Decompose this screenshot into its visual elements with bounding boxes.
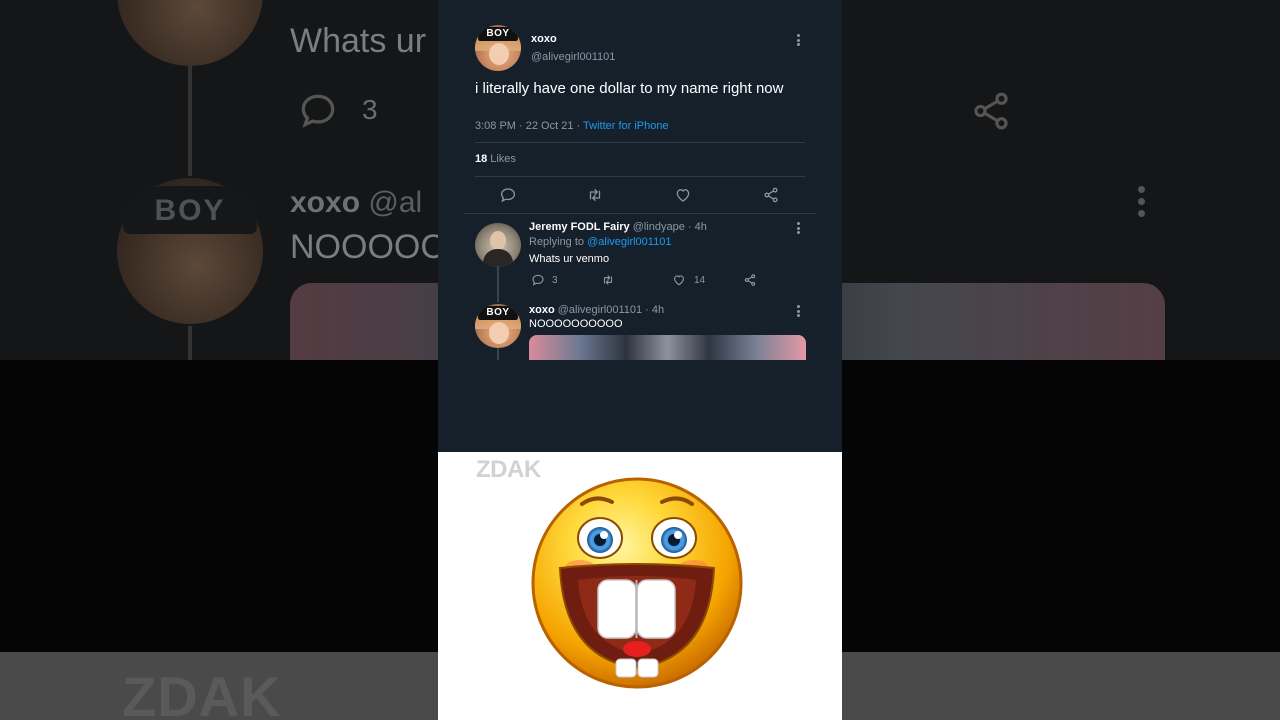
background-more-icon (1138, 186, 1146, 218)
reply-like-icon[interactable] (672, 273, 686, 287)
emoji-panel: ZDAK (438, 452, 842, 720)
background-thread-line (188, 66, 192, 176)
reply-reply-count: 3 (552, 275, 558, 286)
reply-author-name[interactable]: xoxo (529, 304, 555, 316)
replying-to-handle[interactable]: @alivegirl001101 (587, 236, 671, 248)
tweet-timestamp: 3:08 PM · 22 Oct 21 · (475, 120, 584, 132)
grinning-buck-teeth-emoji-icon (530, 476, 744, 690)
likes-count: 18 (475, 153, 488, 165)
reply-more-icon[interactable] (797, 222, 801, 236)
reply-icon[interactable] (499, 186, 517, 204)
reply-text: Whats ur venmo (529, 253, 610, 265)
like-icon[interactable] (674, 186, 692, 204)
reply-header: Jeremy FODL Fairy @lindyape · 4h (529, 221, 707, 233)
tweet-source-link[interactable]: Twitter for iPhone (583, 120, 669, 132)
tweet-text: i literally have one dollar to my name r… (475, 80, 784, 97)
background-reply-body: NOOOOC (290, 228, 445, 266)
share-icon[interactable] (762, 186, 780, 204)
background-reply-handle: @al (368, 186, 423, 219)
more-icon[interactable] (797, 34, 801, 48)
likes-summary[interactable]: 18 Likes (475, 153, 516, 165)
thread-line (497, 348, 499, 360)
divider (464, 213, 816, 214)
reply-avatar-cap-text: BOY (486, 307, 510, 318)
reply-media-preview[interactable] (529, 335, 806, 360)
reply-text: NOOOOOOOOOO (529, 318, 623, 330)
replying-to-label: Replying to (529, 236, 588, 248)
author-avatar-cap-text: BOY (486, 28, 510, 39)
reply-author-name[interactable]: Jeremy FODL Fairy (529, 221, 630, 233)
replying-to: Replying to @alivegirl001101 (529, 236, 671, 248)
background-avatar-cap-text: BOY (154, 194, 226, 227)
reply-like-count: 14 (694, 275, 706, 286)
reply-header: xoxo @alivegirl001101 · 4h (529, 304, 664, 316)
author-name[interactable]: xoxo (531, 33, 557, 45)
background-reply-count: 3 (362, 94, 378, 125)
reply-share-icon[interactable] (743, 273, 757, 287)
background-reply-icon (296, 88, 340, 132)
likes-label: Likes (490, 153, 516, 165)
author-avatar[interactable]: BOY (475, 25, 521, 71)
background-avatar: BOY (117, 178, 263, 324)
background-thread-line (188, 326, 192, 360)
background-reply-name: xoxo (290, 186, 361, 219)
background-reply-header: xoxo @al (290, 186, 422, 220)
background-share-icon (970, 90, 1012, 132)
reply-reply-icon[interactable] (531, 273, 545, 287)
retweet-icon[interactable] (586, 186, 604, 204)
divider (475, 142, 805, 143)
background-watermark: ZDAK (122, 665, 282, 720)
reply-author-handle[interactable]: @alivegirl001101 · 4h (558, 304, 664, 316)
thread-line (497, 266, 499, 302)
divider (475, 176, 805, 177)
tweet-meta: 3:08 PM · 22 Oct 21 · Twitter for iPhone (475, 120, 669, 132)
reply-retweet-icon[interactable] (601, 273, 615, 287)
reply-author-handle[interactable]: @lindyape · 4h (633, 221, 707, 233)
reply-avatar[interactable] (475, 223, 521, 267)
background-reply-text: Whats ur (290, 22, 427, 60)
reply-more-icon[interactable] (797, 305, 801, 319)
author-handle[interactable]: @alivegirl001101 (531, 51, 615, 63)
reply-avatar[interactable]: BOY (475, 304, 521, 348)
